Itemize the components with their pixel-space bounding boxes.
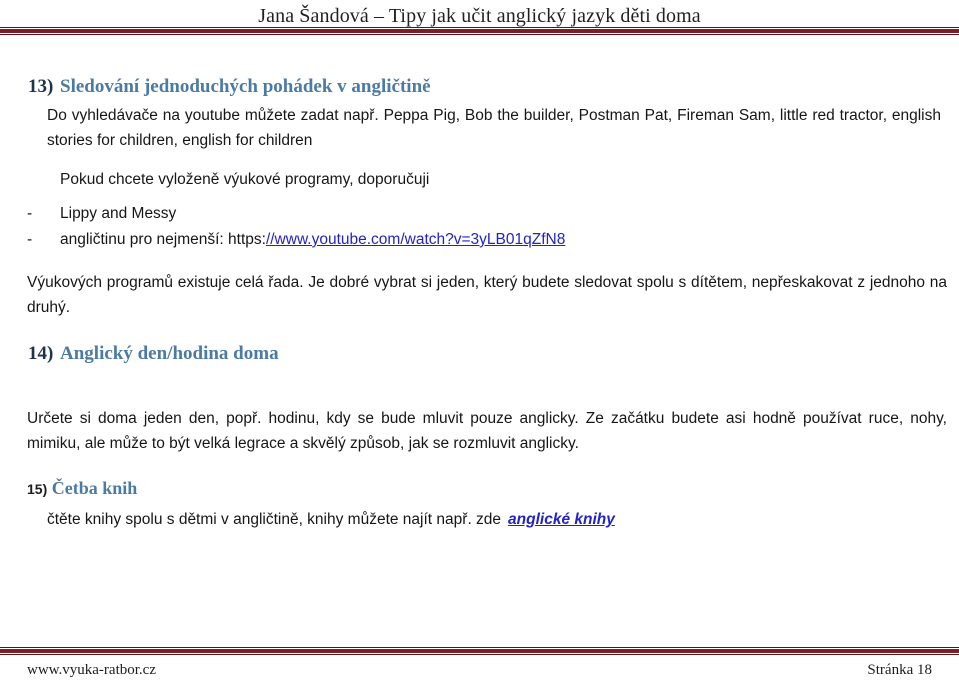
section-title-13: Sledování jednoduchých pohádek v angličt…	[60, 76, 431, 97]
document-body: 13) Sledování jednoduchých pohádek v ang…	[0, 75, 959, 532]
footer-content: www.vyuka-ratbor.cz Stránka 18	[0, 662, 959, 679]
section-title-14: Anglický den/hodina doma	[60, 343, 279, 364]
section-heading-14: 14) Anglický den/hodina doma	[0, 342, 959, 366]
header-rule-line-lower	[0, 34, 959, 35]
footer-page-number: Stránka 18	[867, 662, 932, 678]
section-13-program-list: - Lippy and Messy - angličtinu pro nejme…	[0, 201, 959, 253]
list-item-label: angličtinu pro nejmenší:	[60, 231, 229, 248]
footer-rule-line-lower	[0, 654, 959, 655]
section-heading-15: 15) Četba knih	[0, 476, 959, 501]
url-scheme-text: https:	[228, 231, 266, 248]
section-title-15: Četba knih	[51, 478, 138, 498]
youtube-video-link[interactable]: //www.youtube.com/watch?v=3yLB01qZfN8	[266, 231, 565, 248]
section-15-text: čtěte knihy spolu s dětmi v angličtině, …	[47, 511, 502, 528]
section-number-15: 15)	[27, 481, 48, 497]
section-15-paragraph: čtěte knihy spolu s dětmi v angličtině, …	[0, 507, 959, 532]
footer-rule	[0, 647, 959, 655]
document-header: Jana Šandová – Tipy jak učit anglický ja…	[0, 0, 959, 40]
header-title: Jana Šandová – Tipy jak učit anglický ja…	[258, 5, 701, 27]
footer-website: www.vyuka-ratbor.cz	[27, 662, 156, 678]
section-13-intro-paragraph: Do vyhledávače na youtube můžete zadat n…	[47, 107, 941, 149]
section-number-14: 14)	[28, 343, 54, 364]
section-13-lead-in: Pokud chcete vyloženě výukové programy, …	[60, 171, 430, 188]
list-dash-icon: -	[27, 231, 33, 248]
list-dash-icon: -	[27, 205, 33, 222]
section-number-13: 13)	[28, 76, 54, 97]
section-14-paragraph: Určete si doma jeden den, popř. hodinu, …	[27, 410, 947, 452]
english-books-link[interactable]: anglické knihy	[508, 511, 615, 528]
list-item-label: Lippy and Messy	[60, 205, 177, 222]
section-heading-13: 13) Sledování jednoduchých pohádek v ang…	[0, 75, 959, 99]
list-item: - Lippy and Messy	[0, 201, 959, 227]
document-page: Jana Šandová – Tipy jak učit anglický ja…	[0, 0, 959, 693]
section-13-closing-paragraph: Výukových programů existuje celá řada. J…	[27, 274, 947, 316]
header-rule	[0, 27, 959, 35]
list-item: - angličtinu pro nejmenší: https://www.y…	[0, 227, 959, 253]
document-footer: www.vyuka-ratbor.cz Stránka 18	[0, 647, 959, 693]
